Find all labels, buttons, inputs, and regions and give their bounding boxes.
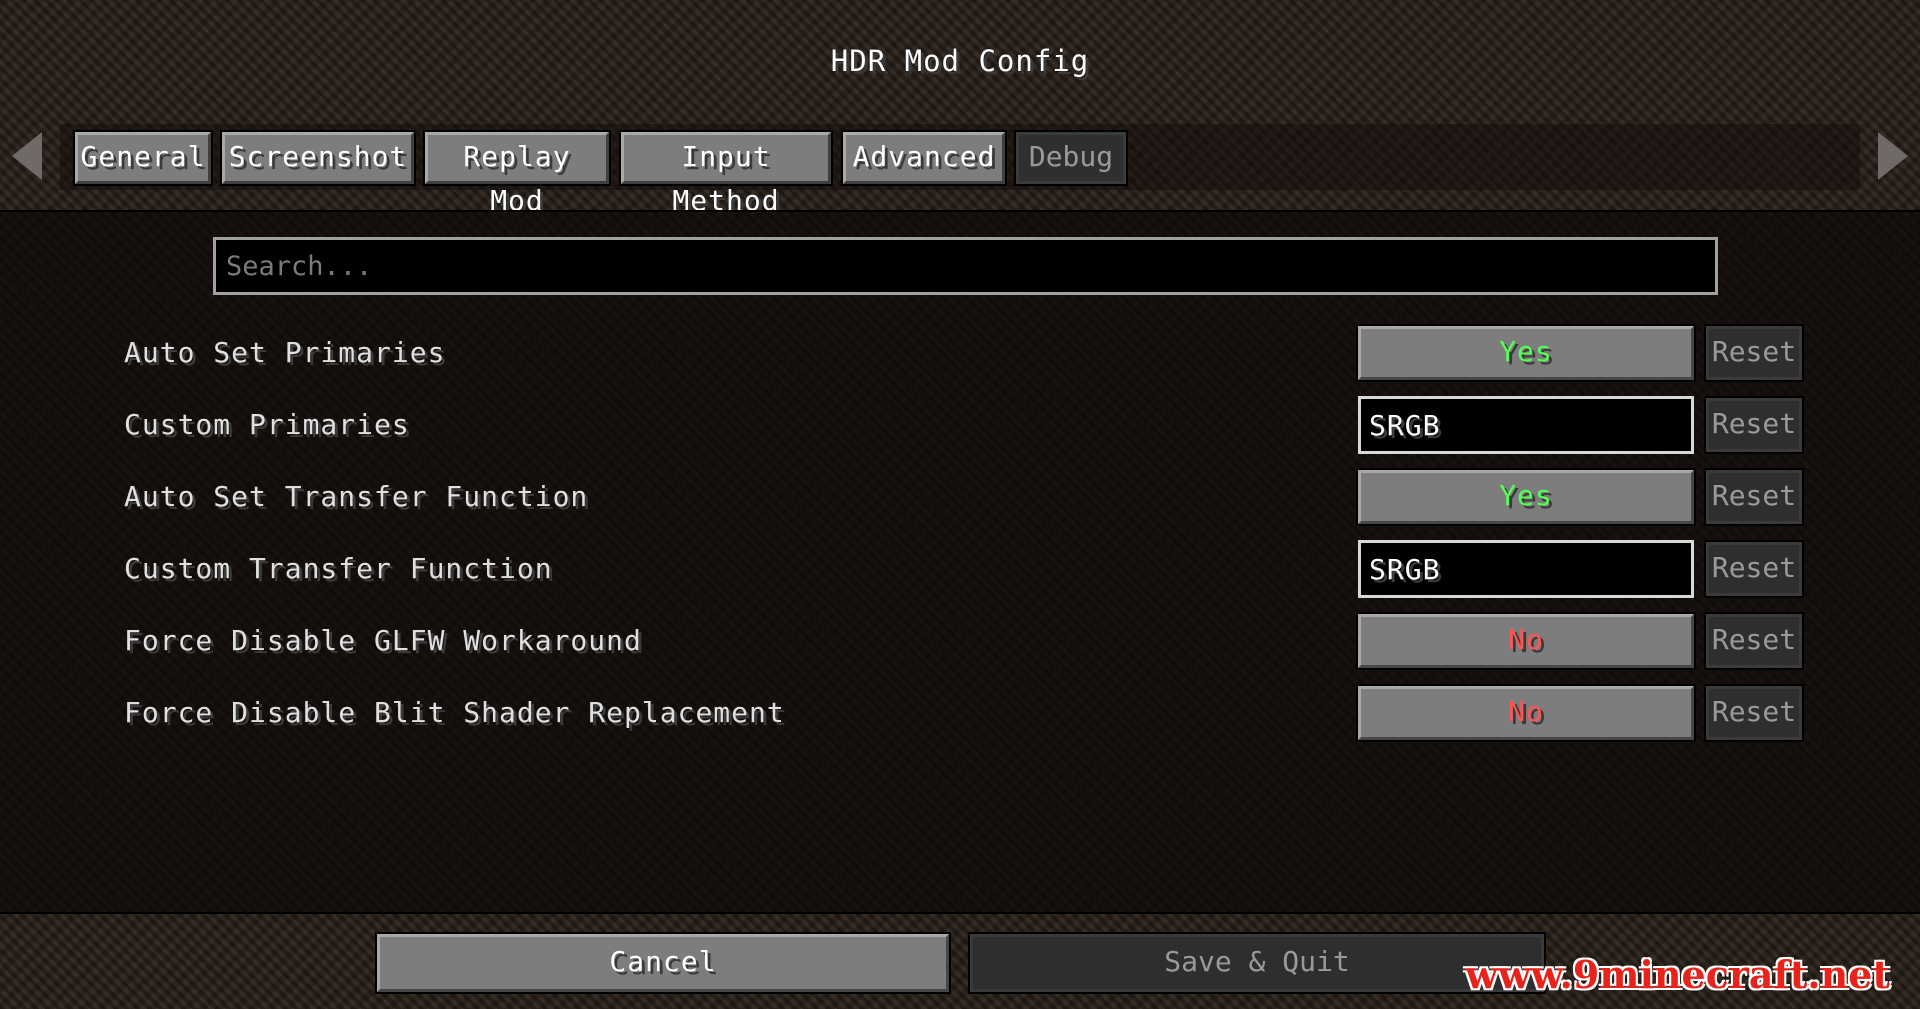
- reset-button-custom-primaries[interactable]: Reset: [1704, 396, 1804, 454]
- search-input[interactable]: [213, 237, 1718, 295]
- tab-replay-mod[interactable]: Replay Mod: [423, 130, 611, 217]
- tab-input-method[interactable]: Input Method: [619, 130, 833, 217]
- force-disable-glfw-workaround-toggle[interactable]: No: [1356, 612, 1696, 670]
- page-title: HDR Mod Config: [830, 44, 1090, 78]
- tab-general[interactable]: General: [73, 130, 213, 186]
- option-label-auto-set-transfer-function: Auto Set Transfer Function: [124, 480, 589, 513]
- tab-advanced[interactable]: Advanced: [841, 130, 1007, 186]
- scroll-right-arrow-icon[interactable]: [1878, 132, 1908, 180]
- auto-set-transfer-function-toggle[interactable]: Yes: [1356, 468, 1696, 526]
- option-label-custom-transfer-function: Custom Transfer Function: [124, 552, 553, 585]
- option-label-force-disable-blit-shader-replacement: Force Disable Blit Shader Replacement: [124, 696, 785, 729]
- scroll-left-arrow-icon[interactable]: [12, 132, 42, 180]
- reset-button-force-disable-glfw-workaround[interactable]: Reset: [1704, 612, 1804, 670]
- auto-set-primaries-toggle[interactable]: Yes: [1356, 324, 1696, 382]
- cancel-button[interactable]: Cancel: [375, 932, 951, 994]
- reset-button-force-disable-blit-shader-replacement[interactable]: Reset: [1704, 684, 1804, 742]
- option-label-force-disable-glfw-workaround: Force Disable GLFW Workaround: [124, 624, 642, 657]
- reset-button-custom-transfer-function[interactable]: Reset: [1704, 540, 1804, 598]
- watermark-logo: www.9minecraft.net: [1465, 952, 1890, 997]
- force-disable-blit-shader-replacement-toggle[interactable]: No: [1356, 684, 1696, 742]
- save-and-quit-button: Save & Quit: [968, 932, 1546, 994]
- custom-transfer-function-input[interactable]: [1358, 540, 1694, 598]
- tab-debug: Debug: [1014, 130, 1128, 186]
- option-label-custom-primaries: Custom Primaries: [124, 408, 410, 441]
- tab-screenshot[interactable]: Screenshot: [220, 130, 416, 186]
- reset-button-auto-set-primaries[interactable]: Reset: [1704, 324, 1804, 382]
- custom-primaries-input[interactable]: [1358, 396, 1694, 454]
- reset-button-auto-set-transfer-function[interactable]: Reset: [1704, 468, 1804, 526]
- option-label-auto-set-primaries: Auto Set Primaries: [124, 336, 446, 369]
